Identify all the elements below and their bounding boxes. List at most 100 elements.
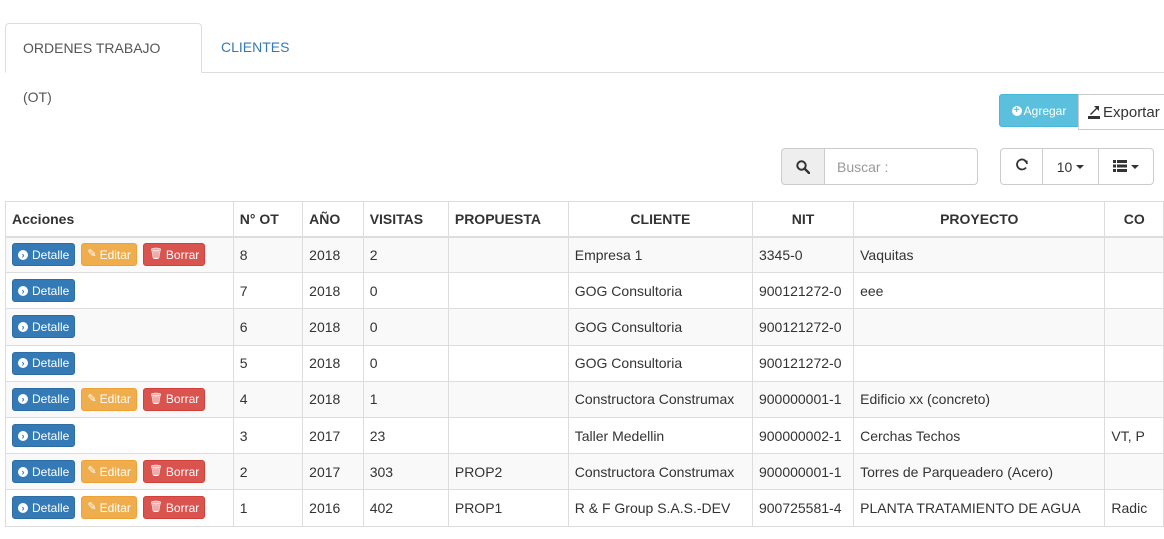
- header-propuesta[interactable]: PROPUESTA: [447, 201, 569, 238]
- cell-cliente: GOG Consultoria: [567, 308, 753, 346]
- header-n-ot[interactable]: N° OT: [232, 201, 304, 238]
- editar-button[interactable]: ✎ Editar: [81, 460, 137, 484]
- arrow-circle-right-icon: ›: [18, 321, 28, 332]
- arrow-circle-right-icon: ›: [18, 466, 28, 477]
- editar-label: Editar: [99, 392, 131, 407]
- borrar-button[interactable]: 🗑 Borrar: [142, 496, 206, 520]
- trash-icon: 🗑: [148, 465, 163, 478]
- header-co[interactable]: CO: [1104, 201, 1164, 238]
- cell-co: [1104, 453, 1164, 491]
- columns-toggle-button[interactable]: [1098, 148, 1154, 185]
- borrar-button[interactable]: 🗑 Borrar: [142, 460, 206, 484]
- cell-propuesta: [447, 416, 569, 455]
- export-icon: [1088, 105, 1100, 119]
- borrar-button[interactable]: 🗑 Borrar: [142, 243, 206, 267]
- cell-visitas: 0: [362, 272, 449, 310]
- cell-propuesta: [447, 344, 569, 382]
- table-row: › Detalle 3 2017 23 Taller Medellin 900000002-…: [5, 416, 1164, 455]
- cell-anio: 2018: [302, 308, 364, 346]
- editar-button[interactable]: ✎ Editar: [81, 387, 137, 411]
- exportar-label: Exportar: [1103, 103, 1160, 121]
- detalle-label: Detalle: [32, 319, 70, 334]
- cell-co: [1104, 308, 1164, 346]
- borrar-label: Borrar: [165, 464, 200, 479]
- detalle-label: Detalle: [32, 283, 70, 298]
- editar-button[interactable]: ✎ Editar: [81, 243, 137, 267]
- actions-cell: › Detalle: [5, 416, 234, 455]
- exportar-button[interactable]: Exportar: [1078, 94, 1164, 130]
- borrar-button[interactable]: 🗑 Borrar: [142, 387, 206, 411]
- refresh-button[interactable]: [1000, 148, 1043, 185]
- table-row: › Detalle ✎ Editar 🗑 Borrar 8 2018 2 Empresa 1 334…: [5, 235, 1164, 274]
- arrow-circle-right-icon: ›: [18, 249, 28, 260]
- pencil-icon: ✎: [87, 392, 97, 405]
- actions-cell: › Detalle: [5, 272, 234, 310]
- cell-ot: 7: [232, 272, 304, 310]
- editar-button[interactable]: ✎ Editar: [81, 496, 137, 520]
- cell-cliente: Constructora Construmax: [567, 380, 753, 418]
- ot-table: Acciones N° OT AÑO VISITAS PROPUESTA CLI…: [5, 201, 1164, 527]
- table-row: › Detalle 5 2018 0 GOG Consultoria 900121272-0: [5, 344, 1164, 382]
- trash-icon: 🗑: [148, 248, 163, 261]
- table-row: › Detalle ✎ Editar 🗑 Borrar 2 2017 303 PROP2 Const…: [5, 453, 1164, 491]
- detalle-button[interactable]: › Detalle: [12, 243, 76, 267]
- header-acciones[interactable]: Acciones: [5, 201, 234, 238]
- cell-visitas: 23: [362, 416, 449, 455]
- header-proyecto[interactable]: PROYECTO: [853, 201, 1106, 238]
- actions-cell: › Detalle: [5, 308, 234, 346]
- cell-visitas: 0: [362, 344, 449, 382]
- detalle-button[interactable]: › Detalle: [12, 279, 76, 303]
- editar-label: Editar: [99, 247, 131, 262]
- detalle-button[interactable]: › Detalle: [12, 496, 76, 520]
- search-input[interactable]: [824, 148, 978, 185]
- cell-ot: 5: [232, 344, 304, 382]
- cell-nit: 900121272-0: [751, 308, 855, 346]
- header-cliente[interactable]: CLIENTE: [567, 201, 753, 238]
- cell-visitas: 303: [362, 453, 449, 491]
- cell-co: VT, P: [1104, 416, 1164, 455]
- cell-proyecto: Edificio xx (concreto): [853, 380, 1106, 418]
- cell-proyecto: Torres de Parqueadero (Acero): [853, 453, 1106, 491]
- cell-proyecto: Cerchas Techos: [853, 416, 1106, 455]
- cell-proyecto: PLANTA TRATAMIENTO DE AGUA: [853, 489, 1106, 527]
- table-row: › Detalle ✎ Editar 🗑 Borrar 4 2018 1 Constructora…: [5, 380, 1164, 418]
- caret-down-icon: [1131, 164, 1139, 169]
- pencil-icon: ✎: [87, 248, 97, 261]
- cell-cliente: Taller Medellin: [567, 416, 753, 455]
- table-row: › Detalle ✎ Editar 🗑 Borrar 1 2016 402 PROP1 R & F…: [5, 489, 1164, 527]
- cell-anio: 2018: [302, 272, 364, 310]
- cell-anio: 2018: [302, 380, 364, 418]
- cell-ot: 8: [232, 235, 304, 274]
- cell-co: Radic: [1104, 489, 1164, 527]
- cell-propuesta: PROP1: [447, 489, 569, 527]
- tab-ordenes-trabajo[interactable]: ORDENES TRABAJO (OT): [5, 23, 202, 105]
- cell-ot: 3: [232, 416, 304, 455]
- cell-anio: 2017: [302, 453, 364, 491]
- detalle-button[interactable]: › Detalle: [12, 460, 76, 484]
- detalle-button[interactable]: › Detalle: [12, 387, 76, 411]
- table-header-row: Acciones N° OT AÑO VISITAS PROPUESTA CLI…: [5, 201, 1164, 238]
- header-anio[interactable]: AÑO: [302, 201, 364, 238]
- cell-co: [1104, 235, 1164, 274]
- refresh-icon: [1015, 158, 1029, 175]
- actions-cell: › Detalle: [5, 344, 234, 382]
- borrar-label: Borrar: [165, 392, 200, 407]
- page-size-dropdown[interactable]: 10: [1042, 148, 1099, 185]
- cell-anio: 2017: [302, 416, 364, 455]
- header-nit[interactable]: NIT: [751, 201, 855, 238]
- agregar-label: Agregar: [1023, 103, 1067, 118]
- actions-cell: › Detalle ✎ Editar 🗑 Borrar: [5, 380, 234, 418]
- cell-cliente: R & F Group S.A.S.-DEV: [567, 489, 753, 527]
- agregar-button[interactable]: + Agregar: [999, 94, 1079, 127]
- tab-clientes[interactable]: CLIENTES: [204, 23, 306, 72]
- pencil-icon: ✎: [87, 465, 97, 478]
- table-row: › Detalle 7 2018 0 GOG Consultoria 900121272-0…: [5, 272, 1164, 310]
- detalle-button[interactable]: › Detalle: [12, 424, 76, 448]
- arrow-circle-right-icon: ›: [18, 394, 28, 405]
- plus-circle-icon: +: [1011, 105, 1022, 116]
- search-icon: [781, 148, 825, 185]
- detalle-button[interactable]: › Detalle: [12, 351, 76, 375]
- header-visitas[interactable]: VISITAS: [362, 201, 449, 238]
- detalle-button[interactable]: › Detalle: [12, 315, 76, 339]
- cell-ot: 2: [232, 453, 304, 491]
